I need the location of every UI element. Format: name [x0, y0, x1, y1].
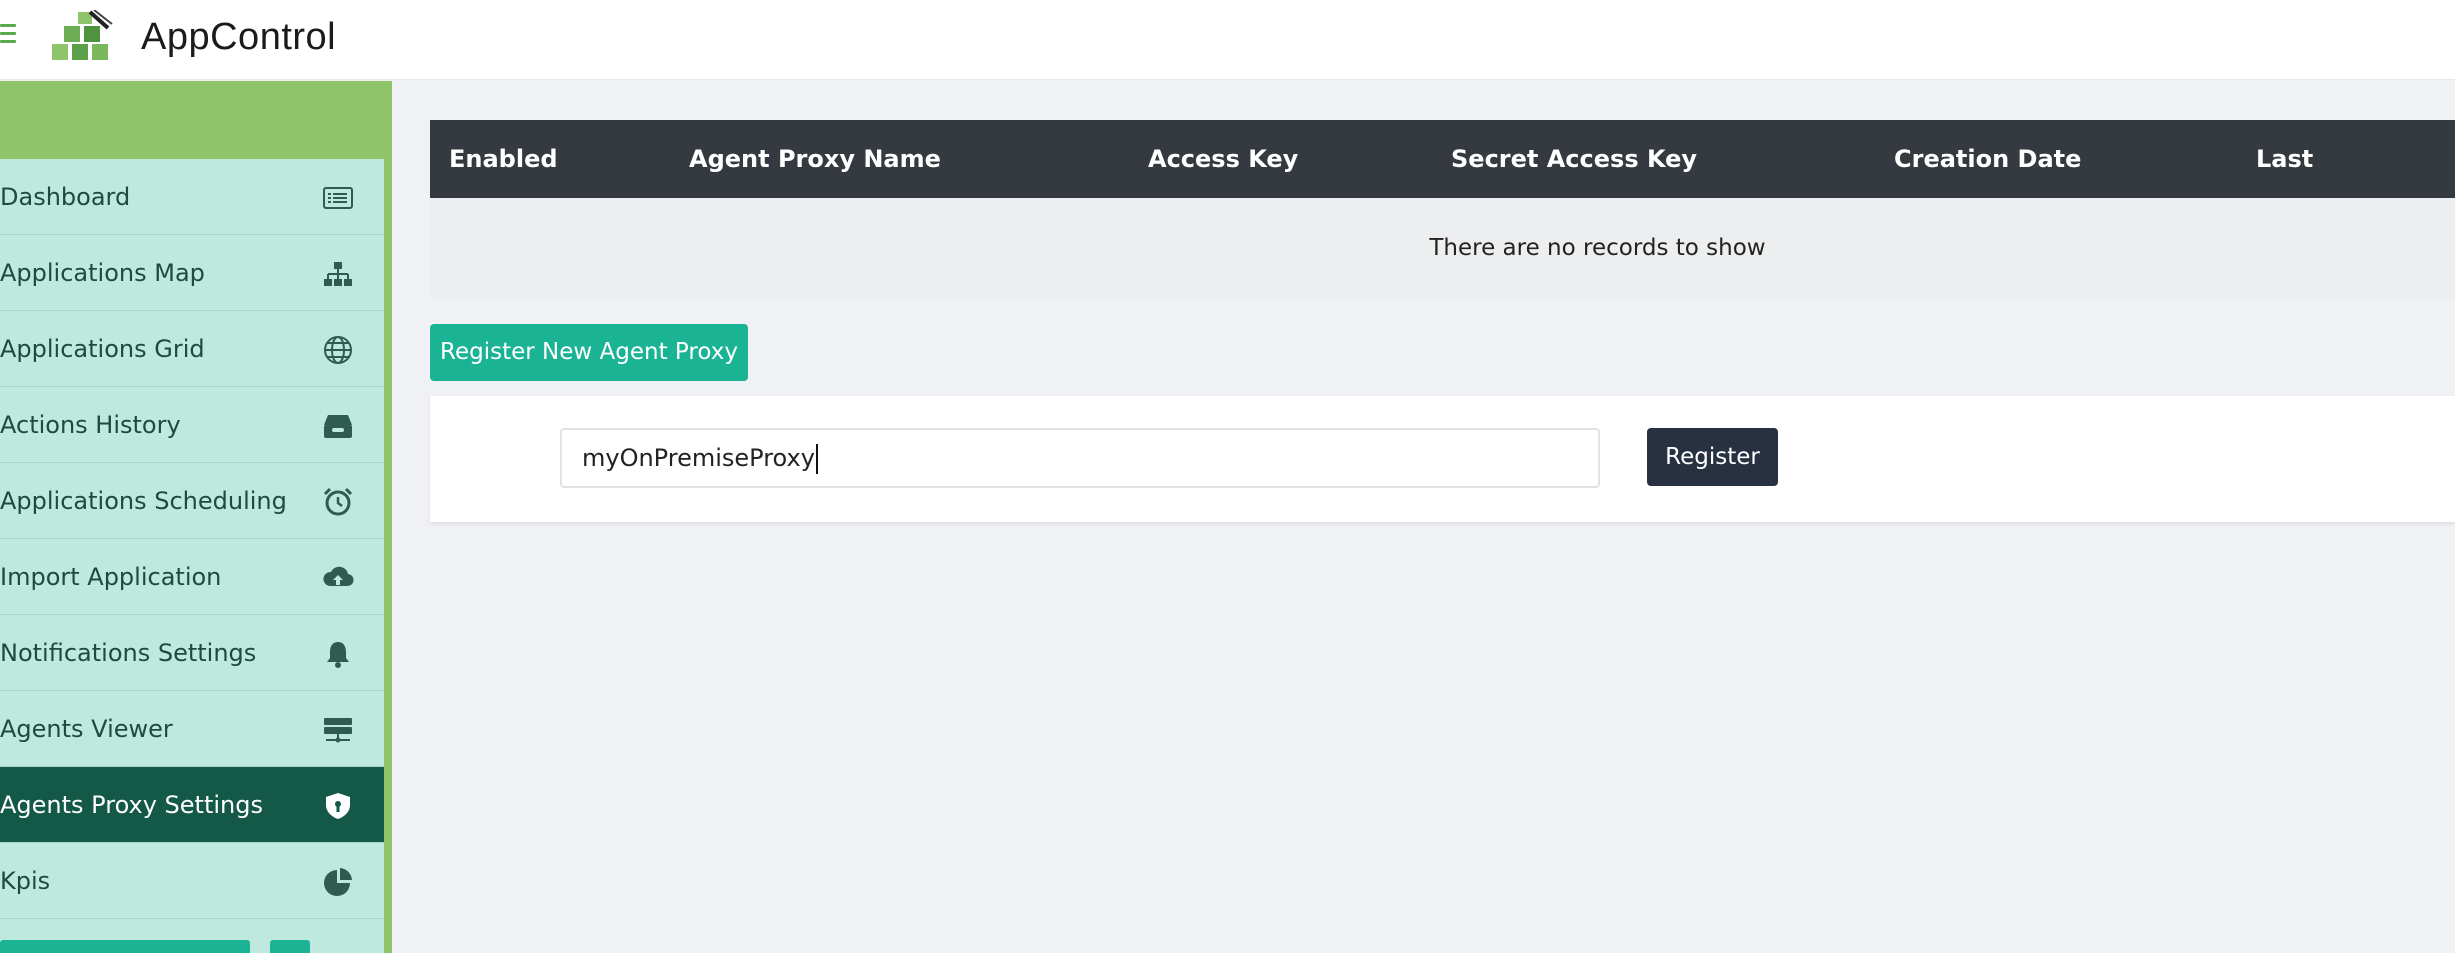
pie-chart-icon: [324, 868, 352, 896]
sidebar-item-applications-map[interactable]: Applications Map: [0, 235, 384, 311]
sidebar-item-agents-proxy-settings[interactable]: Agents Proxy Settings: [0, 767, 384, 843]
inbox-icon: [324, 415, 352, 438]
hamburger-menu-icon[interactable]: [0, 22, 18, 46]
sitemap-icon: [324, 262, 352, 286]
sidebar-item-label: Applications Map: [0, 259, 205, 287]
list-icon: [323, 187, 353, 209]
agent-proxy-name-value: myOnPremiseProxy: [582, 444, 815, 472]
table-body: There are no records to show: [430, 198, 2455, 298]
cloud-upload-icon: [323, 566, 354, 587]
app-logo: [52, 10, 113, 60]
text-cursor: [815, 444, 818, 474]
agent-proxy-name-input[interactable]: myOnPremiseProxy: [560, 428, 1600, 488]
sidebar-item-applications-grid[interactable]: Applications Grid: [0, 311, 384, 387]
app-title: AppControl: [141, 16, 337, 58]
app-header: AppControl: [0, 0, 2455, 80]
sidebar-item-label: Actions History: [0, 411, 181, 439]
sidebar-footer-small-button[interactable]: [270, 940, 310, 953]
register-proxy-form: myOnPremiseProxy Register: [430, 396, 2455, 522]
sidebar-item-label: Agents Viewer: [0, 715, 173, 743]
alarm-clock-icon: [323, 487, 353, 516]
sidebar-item-kpis[interactable]: Kpis: [0, 843, 384, 919]
sidebar-item-notifications-settings[interactable]: Notifications Settings: [0, 615, 384, 691]
sidebar-item-label: Notifications Settings: [0, 639, 257, 667]
column-header-secret-access-key[interactable]: Secret Access Key: [1451, 120, 1697, 198]
network-server-icon: [324, 718, 352, 743]
sidebar: Dashboard Applications Map Applications …: [0, 81, 392, 953]
bell-icon: [327, 642, 349, 668]
sidebar-item-label: Applications Grid: [0, 335, 205, 363]
sidebar-menu: Dashboard Applications Map Applications …: [0, 159, 384, 953]
sidebar-item-agents-viewer[interactable]: Agents Viewer: [0, 691, 384, 767]
empty-table-message: There are no records to show: [1429, 235, 1766, 261]
sidebar-item-dashboard[interactable]: Dashboard: [0, 159, 384, 235]
shield-icon: [326, 793, 350, 819]
agent-proxy-table: Enabled Agent Proxy Name Access Key Secr…: [430, 120, 2455, 298]
register-new-agent-proxy-button[interactable]: Register New Agent Proxy: [430, 324, 748, 381]
column-header-enabled[interactable]: Enabled: [449, 120, 558, 198]
sidebar-item-applications-scheduling[interactable]: Applications Scheduling: [0, 463, 384, 539]
column-header-creation-date[interactable]: Creation Date: [1894, 120, 2081, 198]
globe-icon: [324, 336, 352, 364]
column-header-agent-proxy-name[interactable]: Agent Proxy Name: [689, 120, 941, 198]
sidebar-item-label: Applications Scheduling: [0, 487, 287, 515]
sidebar-item-import-application[interactable]: Import Application: [0, 539, 384, 615]
sidebar-item-label: Import Application: [0, 563, 222, 591]
register-button[interactable]: Register: [1647, 428, 1778, 486]
sidebar-item-actions-history[interactable]: Actions History: [0, 387, 384, 463]
sidebar-item-label: Kpis: [0, 867, 51, 895]
sidebar-footer-button[interactable]: [0, 940, 250, 953]
table-header: Enabled Agent Proxy Name Access Key Secr…: [430, 120, 2455, 251]
column-header-access-key[interactable]: Access Key: [1148, 120, 1298, 198]
sidebar-item-label: Dashboard: [0, 183, 131, 211]
sidebar-item-label: Agents Proxy Settings: [0, 791, 263, 819]
